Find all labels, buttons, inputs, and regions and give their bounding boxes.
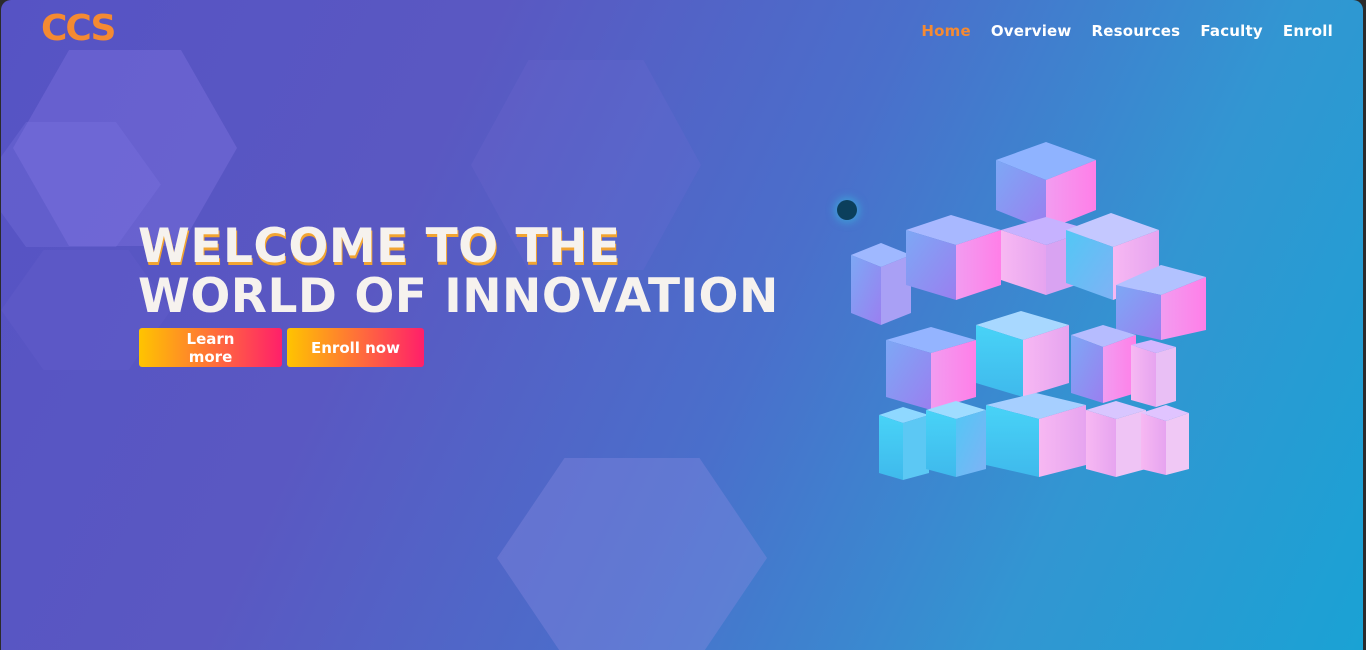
cube — [1086, 401, 1146, 477]
main-nav: Home Overview Resources Faculty Enroll — [921, 22, 1333, 40]
brand-logo[interactable]: CCS — [41, 8, 116, 50]
cube — [886, 327, 976, 410]
hero-title-line-2: WORLD OF INNOVATION — [138, 269, 779, 324]
hero-actions: Learn more Enroll now — [139, 328, 424, 367]
nav-item-resources[interactable]: Resources — [1091, 22, 1180, 40]
cube — [1071, 325, 1136, 403]
landing-page: CCS Home Overview Resources Faculty Enro… — [1, 0, 1363, 650]
enroll-now-button[interactable]: Enroll now — [287, 328, 424, 367]
cube — [1131, 340, 1176, 407]
nav-item-home[interactable]: Home — [921, 22, 970, 40]
cube — [906, 215, 1001, 300]
cube — [996, 142, 1096, 230]
learn-more-button[interactable]: Learn more — [139, 328, 282, 367]
background-hexagon — [497, 458, 767, 650]
cube — [1141, 405, 1189, 475]
cube — [879, 407, 929, 480]
hero-title: WELCOME TO THE WORLD OF INNOVATION — [138, 222, 779, 322]
nav-item-overview[interactable]: Overview — [991, 22, 1072, 40]
cube — [926, 401, 986, 477]
cube — [986, 393, 1086, 477]
cube — [976, 311, 1069, 397]
cube — [851, 243, 911, 325]
hero-title-line-1: WELCOME TO THE — [138, 219, 621, 274]
nav-item-faculty[interactable]: Faculty — [1200, 22, 1263, 40]
cube-cluster-icon — [851, 142, 1206, 480]
nav-item-enroll[interactable]: Enroll — [1283, 22, 1333, 40]
